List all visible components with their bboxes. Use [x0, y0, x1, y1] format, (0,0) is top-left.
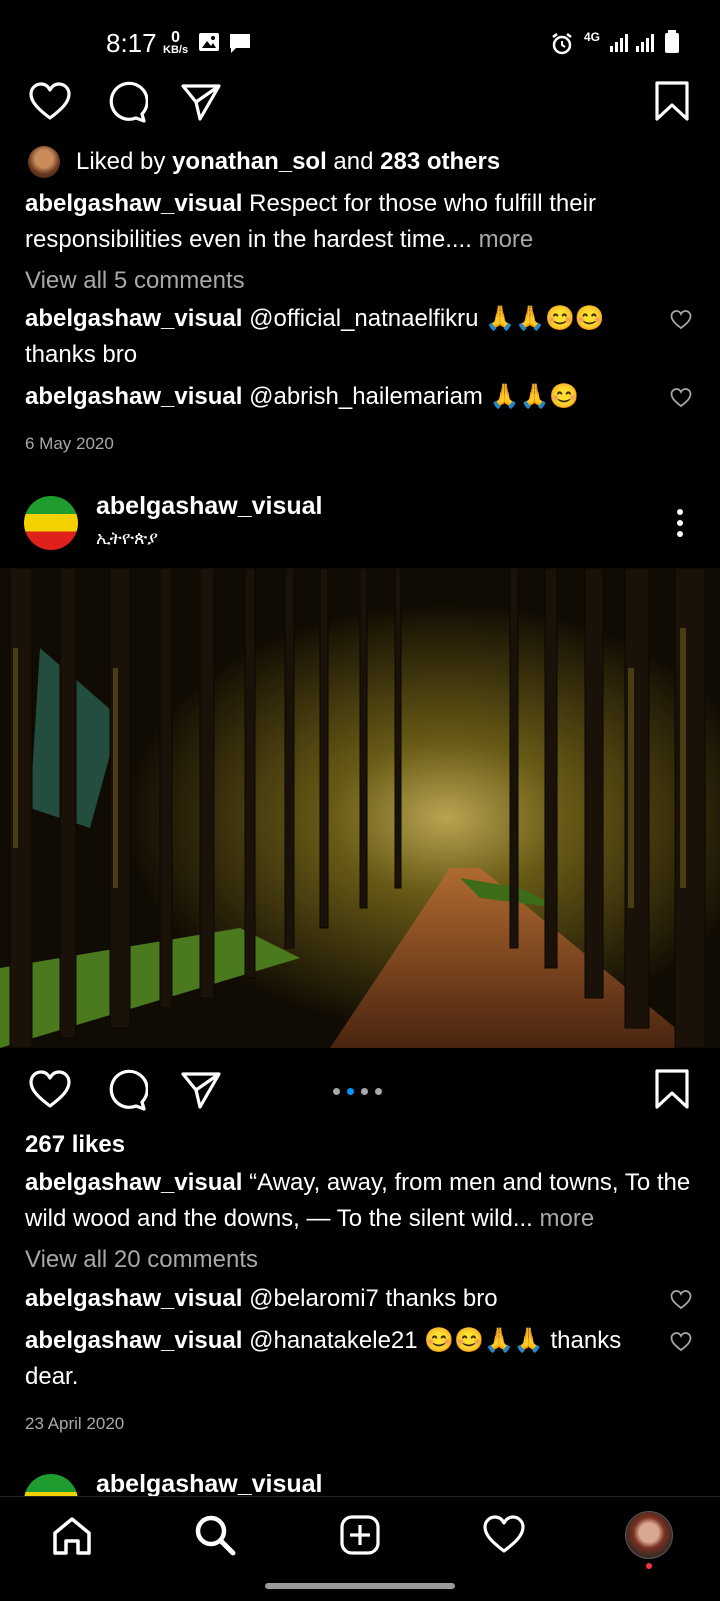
net-speed-unit: KB/s [163, 44, 189, 56]
heart-icon[interactable] [28, 1070, 72, 1110]
net-speed-value: 0 [171, 29, 180, 46]
caption-username[interactable]: abelgashaw_visual [25, 1169, 242, 1196]
comment: abelgashaw_visual @hanatakele21 😊😊🙏🙏 tha… [25, 1323, 645, 1395]
liker-avatar[interactable] [28, 146, 60, 178]
post-username[interactable]: abelgashaw_visual [96, 1470, 323, 1499]
carousel-dot [375, 1088, 382, 1095]
comment-text: @abrish_hailemariam 🙏🙏😊 [242, 383, 580, 410]
view-comments-link[interactable]: View all 20 comments [25, 1242, 258, 1278]
comment-username[interactable]: abelgashaw_visual [25, 383, 242, 410]
comment: abelgashaw_visual @belaromi7 thanks bro [25, 1281, 645, 1317]
alarm-icon [552, 33, 572, 55]
activity-icon[interactable] [482, 1515, 526, 1555]
add-icon[interactable] [339, 1514, 381, 1556]
status-time: 8:17 [106, 28, 157, 58]
comment-text: @belaromi7 thanks bro [242, 1285, 498, 1312]
search-icon[interactable] [193, 1513, 237, 1557]
bookmark-icon[interactable] [654, 80, 690, 122]
carousel-dot [361, 1088, 368, 1095]
carousel-indicator [333, 1082, 389, 1100]
bottom-nav [0, 1496, 720, 1601]
home-gesture-bar[interactable] [265, 1583, 455, 1589]
liked-by-prefix: Liked by [76, 148, 173, 175]
comment-like-icon[interactable] [670, 1332, 692, 1352]
net-speed: 0 KB/s [163, 30, 188, 56]
post-date: 23 April 2020 [25, 1414, 125, 1433]
carousel-dot [333, 1088, 340, 1095]
bookmark-icon[interactable] [654, 1068, 690, 1110]
view-comments-link[interactable]: View all 5 comments [25, 263, 245, 299]
comment-icon[interactable] [104, 1068, 148, 1112]
post2-caption: abelgashaw_visual “Away, away, from men … [25, 1165, 695, 1237]
comment-like-icon[interactable] [670, 1290, 692, 1310]
comment-like-icon[interactable] [670, 388, 692, 408]
caption-username[interactable]: abelgashaw_visual [25, 190, 242, 217]
carousel-dot-active [347, 1088, 354, 1095]
status-bar: 8:17 0 KB/s 4G [0, 0, 720, 88]
post-location[interactable]: ኢትዮጵያ [96, 528, 158, 549]
battery-icon [665, 30, 679, 53]
post1-caption: abelgashaw_visual Respect for those who … [25, 186, 665, 258]
home-icon[interactable] [51, 1515, 93, 1557]
comment-username[interactable]: abelgashaw_visual [25, 1327, 242, 1354]
liked-by-others[interactable]: 283 others [380, 148, 500, 175]
post-avatar[interactable] [24, 496, 78, 550]
liked-by-user[interactable]: yonathan_sol [172, 148, 327, 175]
heart-icon[interactable] [28, 82, 72, 122]
comment-icon[interactable] [104, 80, 148, 124]
notification-dot [646, 1563, 652, 1569]
post-image[interactable] [0, 568, 720, 1048]
more-icon[interactable] [676, 508, 684, 538]
profile-avatar[interactable] [625, 1511, 673, 1559]
comment-like-icon[interactable] [670, 310, 692, 330]
message-icon [230, 34, 250, 53]
comment-username[interactable]: abelgashaw_visual [25, 1285, 242, 1312]
post-date: 6 May 2020 [25, 434, 114, 453]
post-username[interactable]: abelgashaw_visual [96, 492, 323, 521]
comment-username[interactable]: abelgashaw_visual [25, 305, 242, 332]
liked-by[interactable]: Liked by yonathan_sol and 283 others [76, 144, 696, 180]
comment: abelgashaw_visual @official_natnaelfikru… [25, 301, 645, 373]
liked-by-mid: and [326, 148, 381, 175]
signal-icon [610, 34, 654, 52]
caption-more[interactable]: more [472, 226, 534, 253]
share-icon[interactable] [180, 82, 222, 122]
likes-count[interactable]: 267 likes [25, 1127, 125, 1163]
network-type: 4G [584, 30, 601, 44]
share-icon[interactable] [180, 1070, 222, 1110]
caption-more[interactable]: more [533, 1205, 595, 1232]
gallery-icon [199, 33, 219, 51]
comment: abelgashaw_visual @abrish_hailemariam 🙏🙏… [25, 379, 645, 415]
